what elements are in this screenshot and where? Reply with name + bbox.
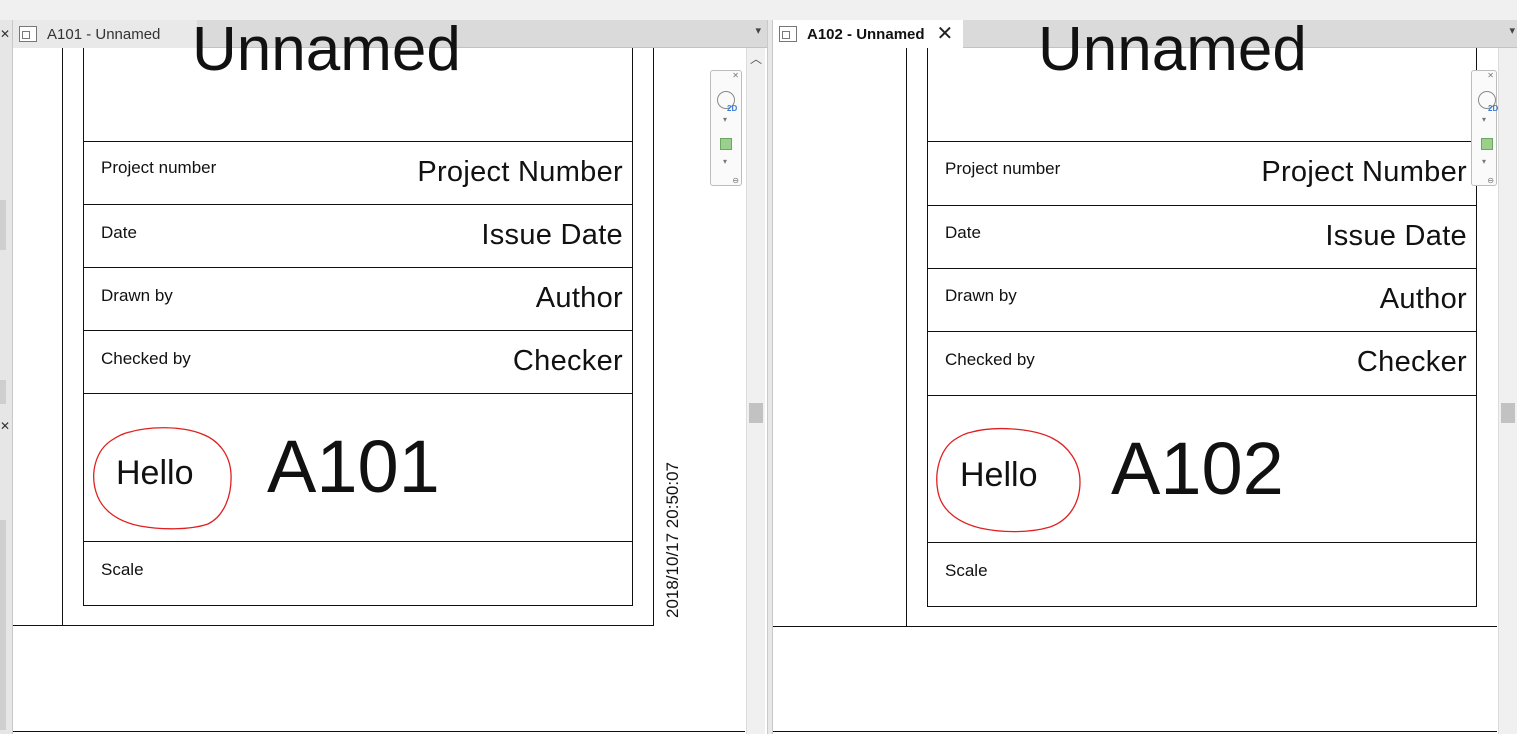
- row-label: Drawn by: [945, 286, 1017, 305]
- scrollbar-thumb[interactable]: [1501, 403, 1515, 423]
- sheet-inner-border: [653, 48, 654, 626]
- row-label: Checked by: [101, 349, 191, 368]
- left-panel-edge[interactable]: ✕ ✕: [0, 20, 13, 734]
- title-block[interactable]: Unnamed Project number Project Number Da…: [927, 20, 1477, 607]
- close-icon[interactable]: ✕: [937, 24, 954, 44]
- scale-row: Scale: [84, 541, 632, 606]
- row-value: Issue Date: [481, 219, 623, 251]
- chevron-down-icon[interactable]: ▾: [723, 115, 727, 124]
- title-row: Project number Project Number: [84, 141, 632, 205]
- view-pane-a101[interactable]: A101 - Unnamed ▾ Unnamed Project number …: [13, 20, 767, 734]
- row-label: Project number: [945, 159, 1061, 178]
- close-icon[interactable]: ✕: [1487, 71, 1494, 80]
- vertical-scrollbar[interactable]: [1498, 48, 1517, 734]
- row-label: Scale: [101, 560, 144, 579]
- row-value: Author: [535, 282, 623, 314]
- revision-cloud-text: Hello: [960, 456, 1038, 494]
- chevron-down-icon[interactable]: ▾: [755, 24, 761, 37]
- title-row: Drawn by Author: [84, 267, 632, 331]
- row-value: Issue Date: [1325, 220, 1467, 252]
- nav-bar-options-icon[interactable]: ⊖: [1487, 176, 1494, 185]
- navigation-bar[interactable]: ✕ 2D ▾ ▾ ⊖: [1471, 70, 1499, 186]
- row-label: Date: [945, 223, 981, 242]
- vertical-scrollbar[interactable]: ︿: [746, 48, 765, 734]
- nav-2d-tag: 2D: [1488, 104, 1499, 113]
- sheet-view-icon: [779, 26, 797, 42]
- row-label: Checked by: [945, 350, 1035, 369]
- view-tab-a102[interactable]: A102 - Unnamed ✕: [773, 20, 963, 48]
- title-block[interactable]: Unnamed Project number Project Number Da…: [83, 20, 633, 606]
- chevron-down-icon[interactable]: ▾: [723, 157, 727, 166]
- title-row: Checked by Checker: [928, 331, 1476, 396]
- row-value: Checker: [512, 345, 623, 377]
- nav-bar-options-icon[interactable]: ⊖: [732, 176, 739, 185]
- sheet-name-cell: Unnamed: [84, 20, 632, 141]
- chevron-down-icon[interactable]: ▾: [1509, 24, 1515, 37]
- row-value: Project Number: [1261, 156, 1467, 188]
- panel-edge-marker: [0, 380, 6, 404]
- row-value: Project Number: [417, 156, 623, 188]
- title-row: Date Issue Date: [84, 204, 632, 268]
- revision-cloud-text: Hello: [116, 454, 194, 492]
- scale-row: Scale: [928, 542, 1476, 607]
- print-boundary-line: [13, 731, 745, 732]
- sheet-inner-border: [906, 48, 907, 627]
- sheet-name-text: Unnamed: [192, 20, 461, 84]
- sheet-bottom-border: [773, 626, 1497, 627]
- nav-2d-tag: 2D: [727, 104, 738, 113]
- row-value: Checker: [1356, 346, 1467, 378]
- title-row: Checked by Checker: [84, 330, 632, 394]
- window-top-strip: [0, 0, 1517, 20]
- print-timestamp: 2018/10/17 20:50:07: [663, 462, 682, 618]
- print-boundary-line: [773, 731, 1497, 732]
- sheet-number-cell: Hello A102: [928, 395, 1476, 543]
- sheet-view-icon: [19, 26, 37, 42]
- title-row: Date Issue Date: [928, 205, 1476, 269]
- drawing-canvas[interactable]: Unnamed Project number Project Number Da…: [773, 20, 1499, 734]
- panel-edge-marker: [0, 200, 6, 250]
- navigation-bar[interactable]: ✕ 2D ▾ ▾ ⊖: [710, 70, 742, 186]
- close-icon[interactable]: ✕: [732, 71, 739, 80]
- sheet-name-text: Unnamed: [1038, 20, 1307, 84]
- sheet-number: A101: [267, 425, 440, 508]
- chevron-down-icon[interactable]: ▾: [1482, 115, 1486, 124]
- row-label: Drawn by: [101, 286, 173, 305]
- panel-close-icon[interactable]: ✕: [0, 28, 10, 40]
- panel-edge-marker: [0, 520, 6, 730]
- row-label: Scale: [945, 561, 988, 580]
- sheet-number-cell: Hello A101: [84, 393, 632, 542]
- view-tab-a101[interactable]: A101 - Unnamed: [13, 20, 197, 48]
- zoom-icon[interactable]: [720, 138, 732, 150]
- drawing-canvas[interactable]: Unnamed Project number Project Number Da…: [13, 20, 747, 734]
- title-row: Drawn by Author: [928, 268, 1476, 332]
- sheet-bottom-border: [13, 625, 654, 626]
- panel-close-icon[interactable]: ✕: [0, 420, 10, 432]
- sheet-number: A102: [1111, 427, 1284, 510]
- row-label: Date: [101, 223, 137, 242]
- view-pane-a102[interactable]: A102 - Unnamed ✕ ▾ Unnamed Project numbe…: [773, 20, 1517, 734]
- row-value: Author: [1379, 283, 1467, 315]
- chevron-down-icon[interactable]: ▾: [1482, 157, 1486, 166]
- sheet-inner-border: [62, 48, 63, 626]
- tab-title: A102 - Unnamed: [807, 25, 925, 43]
- zoom-icon[interactable]: [1481, 138, 1493, 150]
- tab-title: A101 - Unnamed: [47, 25, 161, 43]
- title-row: Project number Project Number: [928, 141, 1476, 206]
- sheet-name-cell: Unnamed: [928, 20, 1476, 141]
- chevron-up-icon[interactable]: ︿: [750, 50, 762, 67]
- row-label: Project number: [101, 158, 217, 177]
- scrollbar-thumb[interactable]: [749, 403, 763, 423]
